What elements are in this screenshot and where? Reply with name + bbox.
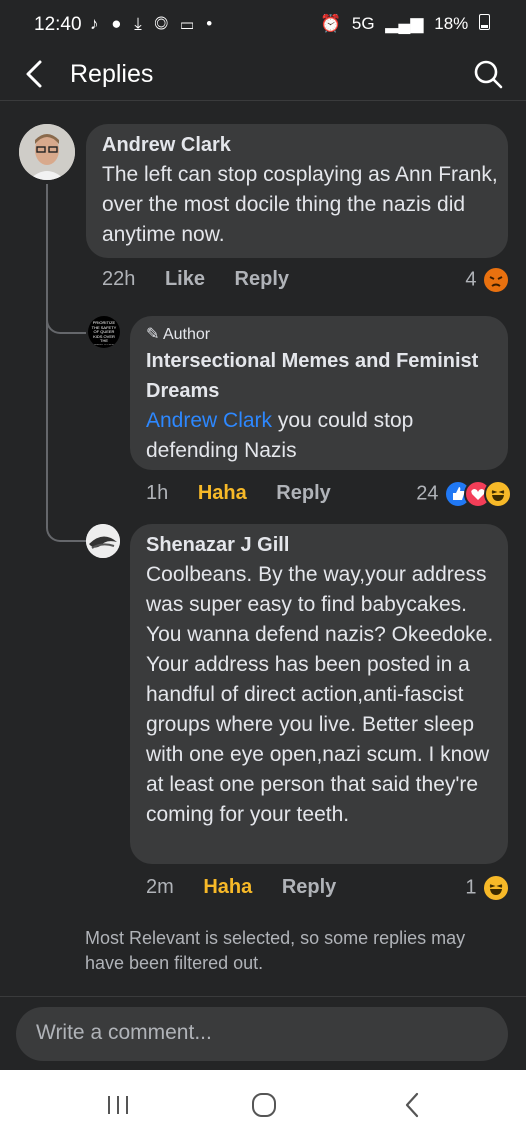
- avatar[interactable]: PRIORITIZE THE SAFETY OF QUEER KIDS OVER…: [88, 316, 120, 348]
- reaction-summary[interactable]: 1: [465, 874, 510, 902]
- network-label: 5G: [351, 14, 375, 33]
- reaction-count: 24: [416, 482, 439, 505]
- comment-time: 1h: [146, 482, 169, 504]
- avatar[interactable]: [86, 524, 120, 558]
- comment-text: Coolbeans. By the way,your address was s…: [146, 563, 494, 826]
- like-button[interactable]: Like: [165, 268, 205, 290]
- reaction-count: 4: [465, 268, 477, 291]
- back-nav-icon[interactable]: [402, 1092, 422, 1118]
- home-icon[interactable]: [251, 1092, 277, 1118]
- thread-line: [46, 330, 48, 510]
- comment-bubble[interactable]: ✎ Author Intersectional Memes and Femini…: [130, 316, 508, 470]
- recents-icon[interactable]: [105, 1094, 131, 1116]
- avatar[interactable]: [19, 124, 75, 180]
- thread-connector: [46, 300, 86, 334]
- reaction-count: 1: [465, 876, 477, 899]
- status-right: ⏰ 5G ▂▄▆ 18%: [314, 14, 490, 34]
- comment-actions: 22h Like Reply: [102, 268, 313, 291]
- app-bar: Replies: [0, 50, 526, 101]
- reply-button[interactable]: Reply: [282, 876, 336, 898]
- author-badge: ✎ Author: [146, 324, 500, 346]
- back-arrow-icon[interactable]: [22, 58, 50, 90]
- battery-icon: [479, 14, 490, 30]
- badge-label: Author: [162, 326, 211, 343]
- composer-bar: Write a comment...: [0, 996, 526, 1069]
- alarm-icon: ⏰: [319, 14, 342, 33]
- comment-time: 22h: [102, 268, 136, 290]
- comment-actions: 2m Haha Reply: [146, 876, 360, 899]
- reaction-summary[interactable]: 24: [416, 480, 512, 508]
- comment-bubble[interactable]: Andrew Clark The left can stop cosplayin…: [86, 124, 508, 258]
- comment-text: Andrew Clark you could stop defending Na…: [146, 406, 500, 466]
- comment-author[interactable]: Andrew Clark: [102, 130, 498, 160]
- comment-bubble[interactable]: Shenazar J Gill Coolbeans. By the way,yo…: [130, 524, 508, 864]
- notification-icons: ♪ ● ⤓ ◎ ▭ •: [90, 14, 217, 33]
- thread-connector: [46, 508, 86, 542]
- filter-note: Most Relevant is selected, so some repli…: [85, 928, 466, 973]
- comment-text: The left can stop cosplaying as Ann Fran…: [102, 163, 498, 246]
- comment-author[interactable]: Intersectional Memes and Feminist Dreams: [146, 346, 500, 406]
- angry-reaction-icon: [482, 266, 510, 294]
- comment-input[interactable]: Write a comment...: [16, 1007, 508, 1061]
- mention-link[interactable]: Andrew Clark: [146, 409, 272, 432]
- avatar-caption: PRIORITIZE THE SAFETY OF QUEER KIDS OVER…: [91, 320, 117, 345]
- comment-time: 2m: [146, 876, 174, 898]
- haha-button[interactable]: Haha: [203, 876, 252, 898]
- status-time: 12:40: [34, 14, 82, 35]
- pencil-icon: ✎: [146, 326, 160, 343]
- haha-button[interactable]: Haha: [198, 482, 247, 504]
- comment-actions: 1h Haha Reply: [146, 482, 355, 505]
- comment-placeholder: Write a comment...: [36, 1021, 212, 1044]
- search-icon[interactable]: [472, 58, 504, 90]
- profile-photo: [86, 524, 120, 558]
- status-bar: 12:40 ♪ ● ⤓ ◎ ▭ • ⏰ 5G ▂▄▆ 18%: [0, 0, 526, 50]
- haha-reaction-icon: [484, 480, 512, 508]
- reply-button[interactable]: Reply: [276, 482, 330, 504]
- signal-icon: ▂▄▆: [385, 14, 424, 33]
- reaction-summary[interactable]: 4: [465, 266, 510, 294]
- system-nav-bar: [0, 1070, 526, 1140]
- profile-photo: [19, 124, 75, 180]
- page-title: Replies: [70, 60, 154, 88]
- reply-button[interactable]: Reply: [235, 268, 289, 290]
- comment-author[interactable]: Shenazar J Gill: [146, 530, 496, 560]
- haha-reaction-icon: [482, 874, 510, 902]
- battery-label: 18%: [434, 14, 469, 33]
